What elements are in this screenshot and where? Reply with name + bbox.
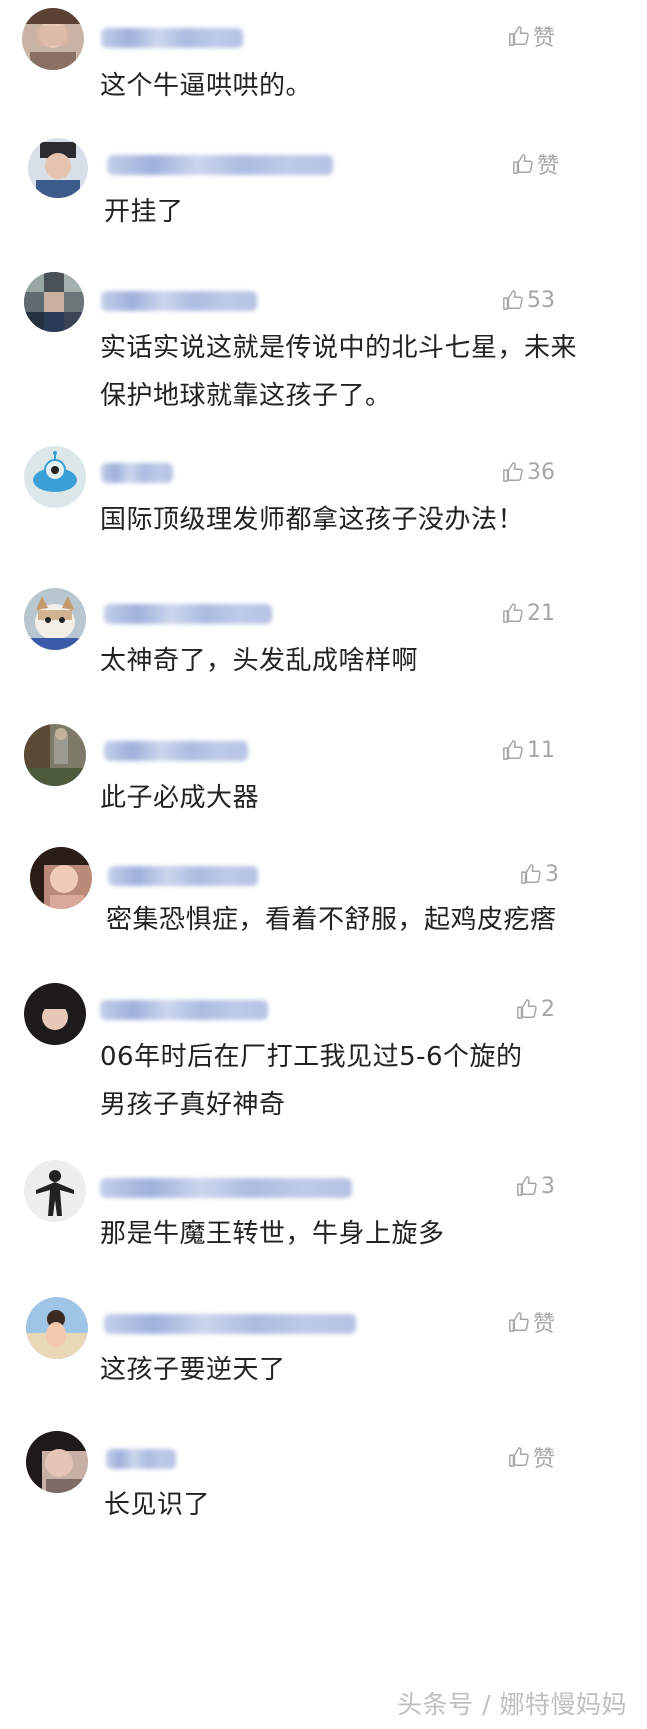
comment-text: 这孩子要逆天了 (100, 1355, 286, 1385)
thumb-up-icon (503, 290, 523, 310)
username-blurred[interactable] (108, 866, 258, 886)
username-blurred[interactable] (100, 1178, 352, 1198)
thumb-up-icon (503, 740, 523, 760)
avatar[interactable] (24, 1160, 86, 1222)
avatar[interactable] (26, 1431, 88, 1493)
like-button[interactable]: 36 (502, 458, 555, 486)
like-count: 赞 (532, 26, 555, 51)
avatar[interactable] (24, 272, 84, 332)
comment-text: 那是牛魔王转世，牛身上旋多 (100, 1219, 445, 1249)
like-button[interactable]: 赞 (508, 1443, 555, 1472)
thumb-up-icon (503, 603, 523, 623)
thumb-up-icon (517, 999, 537, 1019)
username-blurred[interactable] (100, 1000, 268, 1020)
thumb-up-icon (513, 154, 533, 174)
like-button[interactable]: 2 (516, 995, 555, 1023)
username-blurred[interactable] (101, 463, 173, 483)
username-blurred[interactable] (104, 741, 248, 761)
like-button[interactable]: 赞 (508, 22, 555, 51)
comment-text: 长见识了 (104, 1490, 211, 1520)
thumb-up-icon (509, 1312, 529, 1332)
like-button[interactable]: 赞 (508, 1308, 555, 1337)
avatar[interactable] (24, 983, 86, 1045)
thumb-up-icon (509, 26, 529, 46)
thumb-up-icon (503, 462, 523, 482)
username-blurred[interactable] (101, 28, 243, 48)
avatar[interactable] (28, 138, 88, 198)
like-button[interactable]: 赞 (512, 150, 559, 179)
like-count: 赞 (532, 1447, 555, 1472)
avatar[interactable] (30, 847, 92, 909)
avatar[interactable] (24, 724, 86, 786)
avatar[interactable] (24, 446, 86, 508)
comment-text: 这个牛逼哄哄的。 (100, 71, 313, 101)
like-count: 2 (541, 996, 555, 1022)
like-button[interactable]: 3 (516, 1172, 555, 1200)
comment-text: 密集恐惧症，看着不舒服，起鸡皮疙瘩 (106, 905, 557, 935)
comment-text: 开挂了 (104, 197, 184, 227)
like-button[interactable]: 21 (502, 599, 555, 627)
comment-text: 国际顶级理发师都拿这孩子没办法！ (100, 505, 525, 535)
username-blurred[interactable] (101, 291, 257, 311)
thumb-up-icon (517, 1176, 537, 1196)
username-blurred[interactable] (107, 155, 333, 175)
comment-text: 太神奇了，头发乱成啥样啊 (100, 646, 419, 676)
like-button[interactable]: 3 (520, 860, 559, 888)
watermark: 头条号 / 娜特慢妈妈 (397, 1690, 627, 1719)
like-button[interactable]: 53 (502, 286, 555, 314)
like-count: 3 (545, 861, 559, 887)
username-blurred[interactable] (104, 1314, 356, 1334)
like-count: 53 (527, 287, 555, 313)
like-count: 21 (527, 600, 555, 626)
username-blurred[interactable] (104, 604, 272, 624)
thumb-up-icon (521, 864, 541, 884)
like-button[interactable]: 11 (502, 736, 555, 764)
like-count: 3 (541, 1173, 555, 1199)
like-count: 36 (527, 459, 555, 485)
comment-text: 此子必成大器 (100, 783, 260, 813)
avatar[interactable] (24, 588, 86, 650)
like-count: 赞 (532, 1312, 555, 1337)
username-blurred[interactable] (106, 1449, 176, 1469)
avatar[interactable] (22, 8, 84, 70)
comment-text: 实话实说这就是传说中的北斗七星，未来保护地球就靠这孩子了。 (100, 333, 578, 411)
like-count: 11 (527, 737, 555, 763)
thumb-up-icon (509, 1447, 529, 1467)
comment-text: 06年时后在厂打工我见过5-6个旋的男孩子真好神奇 (100, 1042, 523, 1120)
like-count: 赞 (536, 154, 559, 179)
avatar[interactable] (26, 1297, 88, 1359)
